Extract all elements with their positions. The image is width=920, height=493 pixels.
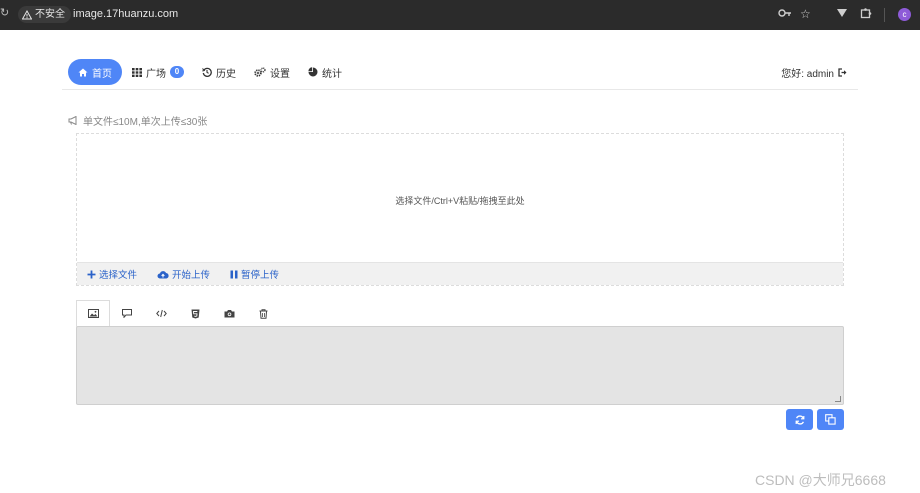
tab-clear[interactable] xyxy=(246,300,280,327)
tab-bbcode[interactable] xyxy=(110,300,144,327)
main-nav: 首页 广场 0 历史 设置 统计 您好: admin xyxy=(62,56,858,90)
tab-image-url[interactable] xyxy=(76,300,110,327)
choose-file-button[interactable]: 选择文件 xyxy=(87,267,137,281)
choose-file-label: 选择文件 xyxy=(99,270,138,281)
pause-upload-button[interactable]: 暂停上传 xyxy=(230,267,279,281)
password-key-icon[interactable] xyxy=(778,7,792,19)
tab-html-code[interactable] xyxy=(144,300,178,327)
address-bar[interactable]: image.17huanzu.com xyxy=(73,8,178,20)
nav-label-history: 历史 xyxy=(216,68,236,80)
reload-icon[interactable]: ↻ xyxy=(0,6,9,19)
nav-label-stats: 统计 xyxy=(322,68,342,80)
notice-text: 单文件≤10M,单次上传≤30张 xyxy=(83,117,208,128)
bookmark-star-icon[interactable]: ☆ xyxy=(800,7,811,21)
gears-icon xyxy=(254,67,266,77)
grid-icon xyxy=(132,67,142,77)
home-icon xyxy=(78,68,88,76)
resize-handle[interactable] xyxy=(835,396,841,402)
tab-html5[interactable] xyxy=(178,300,212,327)
nav-label-settings: 设置 xyxy=(270,68,290,80)
nav-item-settings[interactable]: 设置 xyxy=(244,59,300,85)
pause-upload-label: 暂停上传 xyxy=(241,270,280,281)
security-label: 不安全 xyxy=(35,9,65,20)
copy-button[interactable] xyxy=(817,409,844,430)
start-upload-button[interactable]: 开始上传 xyxy=(157,267,210,281)
warning-icon xyxy=(22,9,32,19)
dropzone-hint: 选择文件/Ctrl+V粘贴/拖拽至此处 xyxy=(395,196,525,206)
plus-icon xyxy=(87,270,96,278)
trash-icon xyxy=(259,308,267,319)
toolbar-separator xyxy=(884,8,885,22)
refresh-icon xyxy=(795,414,804,425)
image-icon xyxy=(87,309,99,318)
nav-item-history[interactable]: 历史 xyxy=(192,59,246,85)
upload-dropzone[interactable]: 选择文件/Ctrl+V粘贴/拖拽至此处 选择文件 开始上传 暂停上传 xyxy=(76,133,844,286)
pause-icon xyxy=(230,270,238,278)
nav-label-square: 广场 xyxy=(146,68,166,80)
html5-icon xyxy=(191,309,199,318)
copy-icon xyxy=(825,414,836,425)
upload-actions-bar: 选择文件 开始上传 暂停上传 xyxy=(77,262,843,285)
browser-toolbar: ↻ 不安全 image.17huanzu.com ☆ c xyxy=(0,0,920,30)
code-icon xyxy=(155,309,167,318)
megaphone-icon xyxy=(68,116,77,125)
user-menu[interactable]: 您好: admin xyxy=(781,65,848,80)
user-greeting: 您好: admin xyxy=(781,69,834,80)
nav-item-home[interactable]: 首页 xyxy=(68,59,122,85)
output-format-tabs xyxy=(76,300,844,327)
extensions-puzzle-icon[interactable] xyxy=(860,7,872,19)
output-textarea[interactable] xyxy=(76,326,844,405)
comment-icon xyxy=(122,309,132,318)
history-icon xyxy=(202,67,212,77)
camera-icon xyxy=(224,310,234,318)
tab-screenshot[interactable] xyxy=(212,300,246,327)
nav-label-home: 首页 xyxy=(92,68,112,80)
nav-item-square[interactable]: 广场 0 xyxy=(122,59,194,85)
watermark: CSDN @大师兄6668 xyxy=(755,472,886,488)
cloud-upload-icon xyxy=(157,270,169,278)
refresh-button[interactable] xyxy=(786,409,813,430)
profile-avatar[interactable]: c xyxy=(898,8,911,21)
security-indicator[interactable]: 不安全 xyxy=(18,6,71,23)
upload-limit-notice: 单文件≤10M,单次上传≤30张 xyxy=(68,113,207,128)
extension-funnel-icon[interactable] xyxy=(836,7,848,19)
pie-chart-icon xyxy=(308,67,318,77)
nav-item-stats[interactable]: 统计 xyxy=(298,59,352,85)
square-count-badge: 0 xyxy=(170,66,184,78)
start-upload-label: 开始上传 xyxy=(172,270,211,281)
logout-icon[interactable] xyxy=(838,68,848,77)
